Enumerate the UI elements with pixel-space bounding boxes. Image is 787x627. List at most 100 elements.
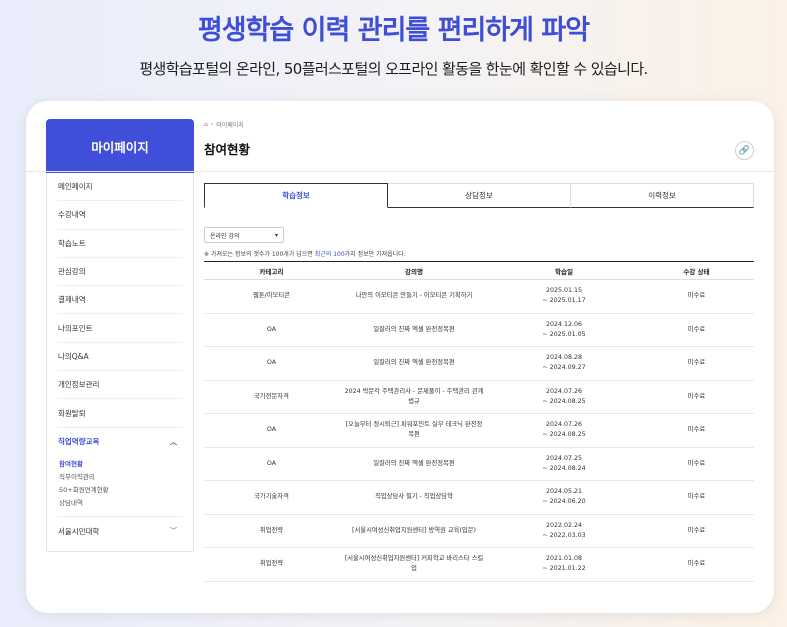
cell-date: 2024.12.06 ~ 2025.01.05 xyxy=(489,313,639,347)
chevron-down-icon: ﹀ xyxy=(170,527,177,536)
cell-category: 취업전략 xyxy=(204,547,339,582)
notice-highlight: 최근의 100 xyxy=(314,251,345,258)
date-start: 2021.01.08 xyxy=(545,555,583,563)
table-row: OA 일잘러의 진짜 엑셀 완전정복편 2024.12.06 ~ 2025.01.05… xyxy=(204,313,754,347)
table-row: OA 일잘러의 진짜 엑셀 완전정복편 2024.07.25 ~ 2024.08.24… xyxy=(204,447,754,481)
cell-category: OA xyxy=(204,413,339,448)
column-header-category: 카테고리 xyxy=(204,261,339,280)
sidebar-subitem-participation[interactable]: 참여현황 xyxy=(59,458,183,471)
cell-status: 미수료 xyxy=(639,413,754,448)
date-start: 2024.07.25 xyxy=(545,454,583,462)
sidebar-item-notes[interactable]: 학습노트 xyxy=(57,230,183,258)
tab-history-info[interactable]: 이력정보 xyxy=(571,183,754,208)
date-end: ~ 2025.01.05 xyxy=(542,330,586,338)
link-icon[interactable]: 🔗 xyxy=(735,141,754,160)
sidebar-item-label: 나의포인트 xyxy=(58,323,93,333)
cell-status: 미수료 xyxy=(639,547,754,582)
sidebar-item-withdraw[interactable]: 회원탈퇴 xyxy=(57,399,183,428)
tab-bar: 학습정보 상담정보 이력정보 xyxy=(204,183,754,208)
cell-date: 2021.01.08 ~ 2021.01.22 xyxy=(489,547,639,582)
divider xyxy=(26,171,774,172)
sidebar-item-qna[interactable]: 나의Q&A xyxy=(57,343,183,372)
cell-course-title: 일잘러의 진짜 엑셀 완전정복편 xyxy=(339,346,489,381)
cell-status: 미수료 xyxy=(639,346,754,381)
cell-course-title: [서울시여성신취업지원센터] 방역원 교육(입문) xyxy=(339,514,489,548)
tab-learning-info[interactable]: 학습정보 xyxy=(204,183,388,208)
cell-date: 2024.07.25 ~ 2024.08.24 xyxy=(489,447,639,481)
sidebar-item-main[interactable]: 메인페이지 xyxy=(57,173,183,202)
tab-counseling-info[interactable]: 상담정보 xyxy=(388,183,571,208)
sidebar-subitem-50plus[interactable]: 50+회원연계현황 xyxy=(59,484,183,497)
date-start: 2024.08.28 xyxy=(545,354,583,362)
cell-course-title: [오늘부터 정시퇴근] 파워포인트 실무 테크닉 완전정복편 xyxy=(339,413,489,448)
sidebar-item-label: 메인페이지 xyxy=(58,182,93,192)
cell-status: 미수료 xyxy=(639,279,754,314)
date-end: ~ 2024.09.27 xyxy=(542,364,586,372)
cell-course-title: [서울시여성신취업지원센터] 커피학교 바리스타 스킬업 xyxy=(339,547,489,582)
date-end: ~ 2024.08.24 xyxy=(542,464,586,472)
sidebar-item-job-training[interactable]: 직업역량교육 ︿ xyxy=(57,428,183,456)
cell-category: 웹툰/이모티콘 xyxy=(204,279,339,314)
cell-category: OA xyxy=(204,346,339,381)
sidebar-menu: 메인페이지 수강내역 학습노트 관심강의 결제내역 나의포인트 나의Q&A 개인… xyxy=(46,173,194,553)
cell-status: 미수료 xyxy=(639,380,754,414)
column-header-date: 학습일 xyxy=(489,261,639,280)
date-start: 2024.12.06 xyxy=(545,320,583,328)
sidebar-item-label: 서울시민대학 xyxy=(58,526,100,536)
sidebar-subitem-career-history[interactable]: 직무이력관리 xyxy=(59,471,183,484)
sidebar-item-courses[interactable]: 수강내역 xyxy=(57,201,183,230)
cell-course-title: 2024 박문각 주택관리사 - 문제풀이 - 주택관리 관계법규 xyxy=(339,380,489,414)
sidebar-item-label: 관심강의 xyxy=(58,267,86,277)
sidebar-item-label: 직업역량교육 xyxy=(58,437,100,447)
hero-subtitle: 평생학습포털의 온라인, 50플러스포털의 오프라인 활동을 한눈에 확인할 수… xyxy=(139,60,648,78)
sidebar-item-payments[interactable]: 결제내역 xyxy=(57,286,183,315)
table-row: OA [오늘부터 정시퇴근] 파워포인트 실무 테크닉 완전정복편 2024.07.… xyxy=(204,413,754,448)
cell-category: OA xyxy=(204,447,339,481)
date-start: 2024.07.26 xyxy=(545,421,583,429)
mypage-card: 마이페이지 메인페이지 수강내역 학습노트 관심강의 결제내역 나의포인트 나의… xyxy=(26,101,774,613)
date-start: 2022.02.24 xyxy=(545,521,583,529)
home-icon[interactable]: ⌂ xyxy=(204,121,208,128)
main-content: ⌂ › 마이페이지 참여현황 🔗 학습정보 상담정보 이력정보 온라인 강의 ▾… xyxy=(26,119,774,582)
table-row: 웹툰/이모티콘 나만의 이모티콘 만들기 - 이모티콘 기획하기 2025.01.1… xyxy=(204,279,754,314)
sidebar-header[interactable]: 마이페이지 xyxy=(46,119,194,173)
cell-course-title: 직업상담사 필기 - 직업상담학 xyxy=(339,480,489,515)
sidebar-item-citizen-univ[interactable]: 서울시민대학 ﹀ xyxy=(57,517,183,545)
table-row: 취업전략 [서울시여성신취업지원센터] 방역원 교육(입문) 2022.02.24 ~… xyxy=(204,514,754,548)
sidebar-item-label: 회원탈퇴 xyxy=(58,408,86,418)
cell-status: 미수료 xyxy=(639,313,754,347)
hero-title: 평생학습 이력 관리를 편리하게 파악 xyxy=(197,15,590,46)
cell-date: 2024.07.26 ~ 2024.08.25 xyxy=(489,413,639,448)
table-row: 국가기술자격 직업상담사 필기 - 직업상담학 2024.05.21 ~ 2024.0… xyxy=(204,480,754,515)
date-end: ~ 2024.08.25 xyxy=(542,431,586,439)
cell-date: 2024.08.28 ~ 2024.09.27 xyxy=(489,346,639,381)
participation-table: 카테고리 강의명 학습일 수강 상태 웹툰/이모티콘 나만의 이모티콘 만들기 -… xyxy=(204,261,754,582)
sidebar-item-label: 나의Q&A xyxy=(58,351,89,361)
sidebar-submenu: 참여현황 직무이력관리 50+회원연계현황 상담내역 xyxy=(57,456,183,517)
sidebar-item-profile[interactable]: 개인정보관리 xyxy=(57,371,183,400)
breadcrumb: ⌂ › 마이페이지 xyxy=(204,119,754,129)
date-end: ~ 2025.01.17 xyxy=(542,297,586,305)
breadcrumb-current: 마이페이지 xyxy=(216,121,244,129)
cell-category: 취업전략 xyxy=(204,514,339,548)
course-type-select[interactable]: 온라인 강의 ▾ xyxy=(204,227,284,243)
cell-category: 국가기술자격 xyxy=(204,480,339,515)
sidebar-item-favorites[interactable]: 관심강의 xyxy=(57,258,183,287)
date-end: ~ 2024.06.20 xyxy=(542,498,586,506)
cell-date: 2022.02.24 ~ 2022.03.03 xyxy=(489,514,639,548)
column-header-status: 수강 상태 xyxy=(639,261,754,280)
sidebar-item-label: 학습노트 xyxy=(58,238,86,248)
breadcrumb-separator: › xyxy=(210,120,214,128)
sidebar-subitem-counseling[interactable]: 상담내역 xyxy=(59,497,183,510)
sidebar-item-points[interactable]: 나의포인트 xyxy=(57,314,183,343)
notice-text: ※ 가져오는 정보의 갯수가 100개가 넘으면 최근의 100가지 정보만 가… xyxy=(204,249,406,258)
page-title: 참여현황 xyxy=(204,142,251,157)
cell-course-title: 일잘러의 진짜 엑셀 완전정복편 xyxy=(339,313,489,347)
date-end: ~ 2024.08.25 xyxy=(542,397,586,405)
cell-status: 미수료 xyxy=(639,480,754,515)
sidebar-item-label: 결제내역 xyxy=(58,295,86,305)
date-start: 2024.05.21 xyxy=(545,488,583,496)
cell-course-title: 나만의 이모티콘 만들기 - 이모티콘 기획하기 xyxy=(339,279,489,314)
cell-date: 2024.07.26 ~ 2024.08.25 xyxy=(489,380,639,414)
date-end: ~ 2021.01.22 xyxy=(542,565,586,573)
